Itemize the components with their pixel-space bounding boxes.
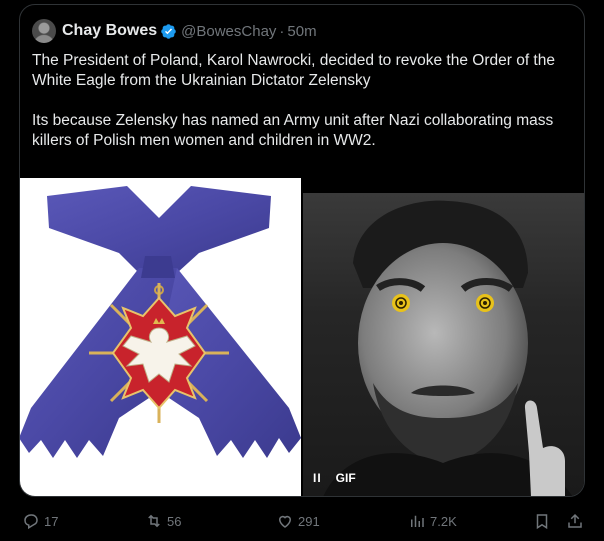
pause-icon[interactable]: II (313, 471, 322, 485)
author-handle[interactable]: @BowesChay (181, 23, 276, 40)
post-card[interactable]: Chay Bowes @BowesChay · 50m The Presiden… (19, 4, 585, 497)
share-button[interactable] (566, 512, 588, 530)
post-text: The President of Poland, Karol Nawrocki,… (32, 51, 572, 171)
gif-badge[interactable]: II GIF (313, 471, 356, 485)
order-white-eagle-image[interactable] (20, 178, 301, 496)
post-paragraph-1: The President of Poland, Karol Nawrocki,… (32, 52, 555, 89)
separator-dot: · (279, 22, 285, 40)
post-time[interactable]: 50m (287, 23, 316, 40)
share-icon (568, 513, 582, 528)
action-bar: 17 56 291 7.2K (0, 506, 604, 536)
avatar[interactable] (32, 19, 56, 43)
repost-button[interactable]: 56 (145, 512, 181, 530)
views-icon (411, 515, 424, 527)
reply-button[interactable]: 17 (22, 512, 58, 530)
gif-label: GIF (335, 471, 356, 485)
bookmark-icon (536, 514, 548, 530)
views-button[interactable]: 7.2K (408, 512, 457, 530)
post-header: Chay Bowes @BowesChay · 50m (32, 19, 317, 43)
zelensky-gif[interactable]: II GIF (303, 193, 584, 496)
repost-count: 56 (167, 513, 182, 529)
bookmark-button[interactable] (533, 512, 555, 530)
reply-icon (24, 514, 38, 530)
verified-badge-icon (160, 23, 177, 40)
author-name[interactable]: Chay Bowes (62, 22, 157, 40)
views-count: 7.2K (430, 513, 457, 529)
reply-count: 17 (44, 513, 59, 529)
like-button[interactable]: 291 (276, 512, 320, 530)
post-media: II GIF (20, 178, 584, 496)
like-count: 291 (298, 513, 320, 529)
post-paragraph-2: Its because Zelensky has named an Army u… (32, 112, 554, 149)
repost-icon (148, 514, 160, 528)
like-icon (278, 515, 292, 528)
